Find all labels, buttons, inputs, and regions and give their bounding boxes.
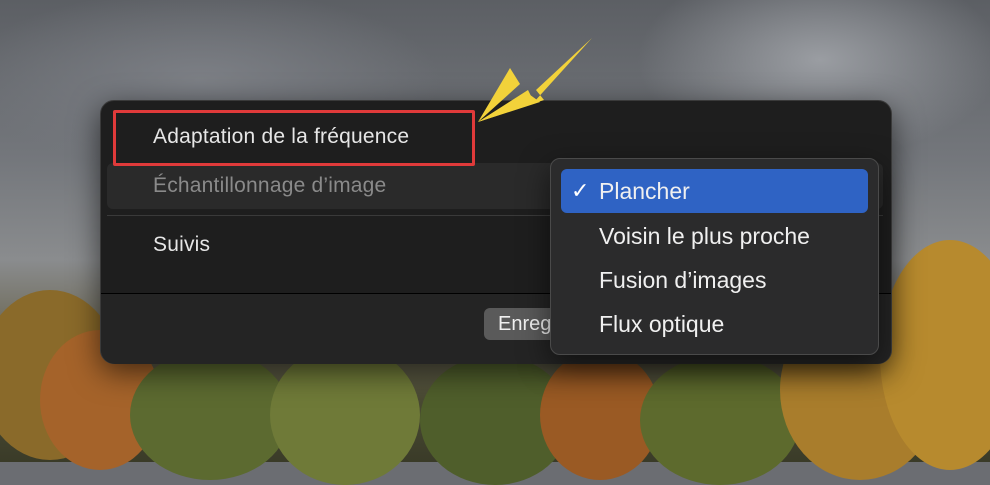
tracking-label[interactable]: Suivis [153, 233, 210, 257]
checkmark-icon: ✓ [571, 178, 590, 203]
menu-item-label: Plancher [599, 178, 690, 204]
frame-sampling-popup-menu: ✓ Plancher Voisin le plus proche Fusion … [550, 158, 879, 355]
frame-sampling-label: Échantillonnage d’image [153, 174, 387, 197]
menu-item-flux-optique[interactable]: Flux optique [561, 302, 868, 346]
tree [270, 345, 420, 485]
pointer-arrow-icon [478, 38, 592, 122]
highlight-box [113, 110, 475, 166]
menu-item-fusion-d-images[interactable]: Fusion d’images [561, 258, 868, 302]
tree [130, 350, 290, 480]
menu-item-label: Voisin le plus proche [599, 223, 810, 249]
menu-item-voisin-le-plus-proche[interactable]: Voisin le plus proche [561, 214, 868, 258]
menu-item-plancher[interactable]: ✓ Plancher [561, 169, 868, 213]
tree [640, 355, 800, 485]
menu-item-label: Flux optique [599, 311, 725, 337]
menu-item-label: Fusion d’images [599, 267, 767, 293]
